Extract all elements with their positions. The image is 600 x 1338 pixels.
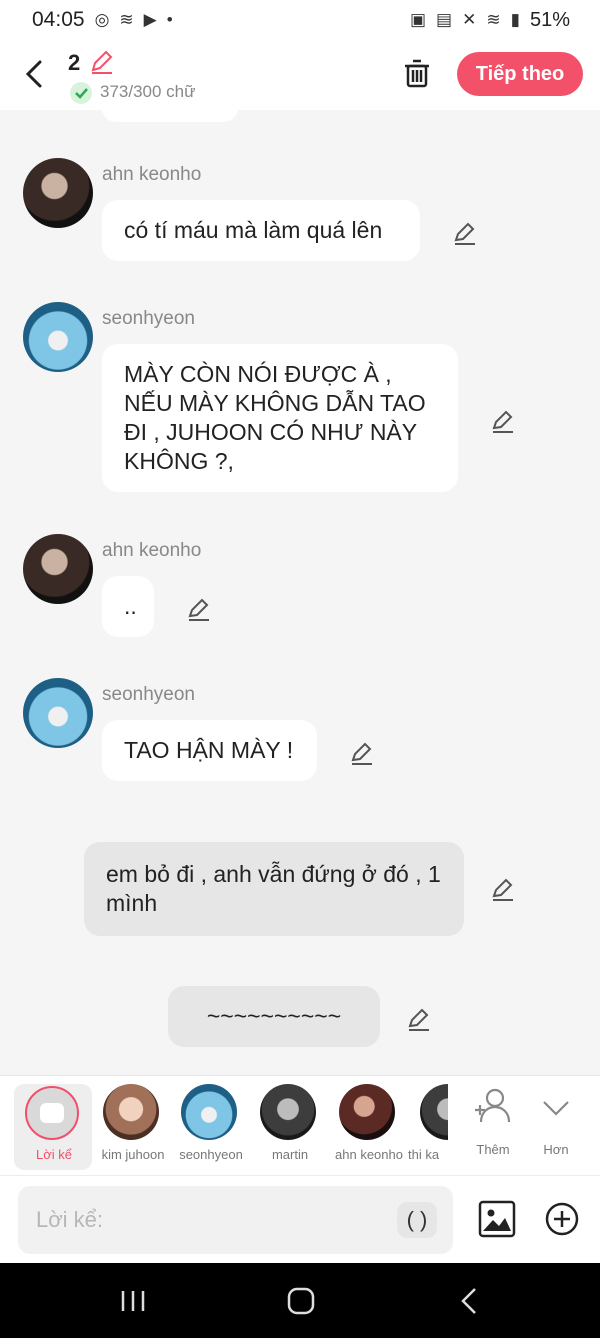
image-icon[interactable] [478, 1200, 516, 1238]
sender-name: ahn keonho [102, 164, 202, 185]
char-kim-juhoon[interactable]: kim juhoon [93, 1084, 171, 1170]
system-nav-bar [0, 1263, 600, 1338]
wifi-icon: ≋ [486, 10, 501, 29]
status-bar: 04:05 ◎ ≋ ▶ • ▣ ▤ ✕ ≋ ▮ 51% [0, 0, 600, 40]
narration-bubble[interactable]: em bỏ đi , anh vẫn đứng ở đó , 1 mình [84, 842, 464, 936]
avatar-seonhyeon[interactable] [23, 678, 93, 748]
mute-icon: ✕ [462, 10, 477, 29]
check-icon [70, 82, 92, 104]
clock: 04:05 [32, 8, 85, 31]
message-bubble[interactable]: MÀY CÒN NÓI ĐƯỢC À , NẾU MÀY KHÔNG DẪN T… [102, 344, 458, 492]
sender-name: seonhyeon [102, 684, 195, 705]
trash-icon[interactable] [400, 56, 434, 90]
tool-label: Hơn [543, 1142, 569, 1157]
add-person-icon [475, 1088, 511, 1123]
nav-back-icon[interactable] [449, 1285, 489, 1317]
battery-percent: 51% [529, 8, 570, 31]
notification-icon: ≋ [119, 10, 134, 29]
message-bubble-partial [102, 110, 238, 122]
editor-header: 2 373/300 chữ Tiếp theo [0, 40, 600, 110]
more-button[interactable]: Hơn [524, 1086, 588, 1166]
edit-message-icon[interactable] [186, 596, 212, 622]
char-thi-ka[interactable]: thi ka [408, 1084, 448, 1170]
edit-message-icon[interactable] [349, 740, 375, 766]
add-character-button[interactable]: Thêm [461, 1086, 525, 1166]
avatar-ahn-keonho[interactable] [23, 158, 93, 228]
narrator-icon [25, 1086, 79, 1140]
char-narrator[interactable]: Lời kể [14, 1084, 92, 1170]
sender-name: ahn keonho [102, 540, 202, 561]
home-icon[interactable] [281, 1285, 321, 1317]
input-row: ( ) [0, 1175, 600, 1263]
char-label: thi ka [408, 1147, 440, 1162]
edit-message-icon[interactable] [452, 220, 478, 246]
edit-title-icon[interactable] [88, 48, 116, 76]
narration-bubble[interactable]: ~~~~~~~~~~ [168, 986, 380, 1047]
char-count: 373/300 chữ [100, 82, 196, 101]
char-seonhyeon[interactable]: seonhyeon [171, 1084, 249, 1170]
dot-icon: • [166, 10, 173, 29]
avatar-ahn-keonho[interactable] [23, 534, 93, 604]
avatar [103, 1084, 159, 1140]
message-bubble[interactable]: .. [102, 576, 154, 637]
signal-icon: ▮ [510, 10, 520, 29]
youtube-icon: ▶ [143, 10, 157, 29]
recents-icon[interactable] [113, 1285, 153, 1317]
message-input[interactable] [18, 1186, 453, 1254]
chevron-down-icon [543, 1101, 569, 1116]
message-bubble[interactable]: có tí máu mà làm quá lên [102, 200, 420, 261]
char-label: ahn keonho [335, 1147, 403, 1162]
avatar-seonhyeon[interactable] [23, 302, 93, 372]
back-arrow-icon [25, 60, 42, 88]
char-ahn-keonho[interactable]: ahn keonho [329, 1084, 407, 1170]
chat-area[interactable]: ahn keonho có tí máu mà làm quá lên seon… [0, 110, 600, 1075]
instagram-icon: ◎ [94, 10, 110, 29]
paren-button[interactable]: ( ) [397, 1202, 437, 1238]
edit-message-icon[interactable] [406, 1006, 432, 1032]
sender-name: seonhyeon [102, 308, 195, 329]
character-selector: Lời kể kim juhoon seonhyeon martin ahn k… [0, 1075, 600, 1175]
char-martin[interactable]: martin [250, 1084, 328, 1170]
edit-message-icon[interactable] [490, 876, 516, 902]
lock-icon: ▣ [409, 10, 427, 29]
avatar [260, 1084, 316, 1140]
sleep-icon: ▤ [436, 10, 453, 29]
message-bubble[interactable]: TAO HẬN MÀY ! [102, 720, 317, 781]
next-button[interactable]: Tiếp theo [457, 52, 583, 96]
avatar [339, 1084, 395, 1140]
avatar [420, 1084, 448, 1140]
avatar [181, 1084, 237, 1140]
chapter-number: 2 [68, 50, 81, 75]
edit-message-icon[interactable] [490, 408, 516, 434]
tool-label: Thêm [476, 1142, 510, 1157]
plus-icon[interactable] [545, 1202, 579, 1236]
back-button[interactable] [18, 54, 52, 94]
